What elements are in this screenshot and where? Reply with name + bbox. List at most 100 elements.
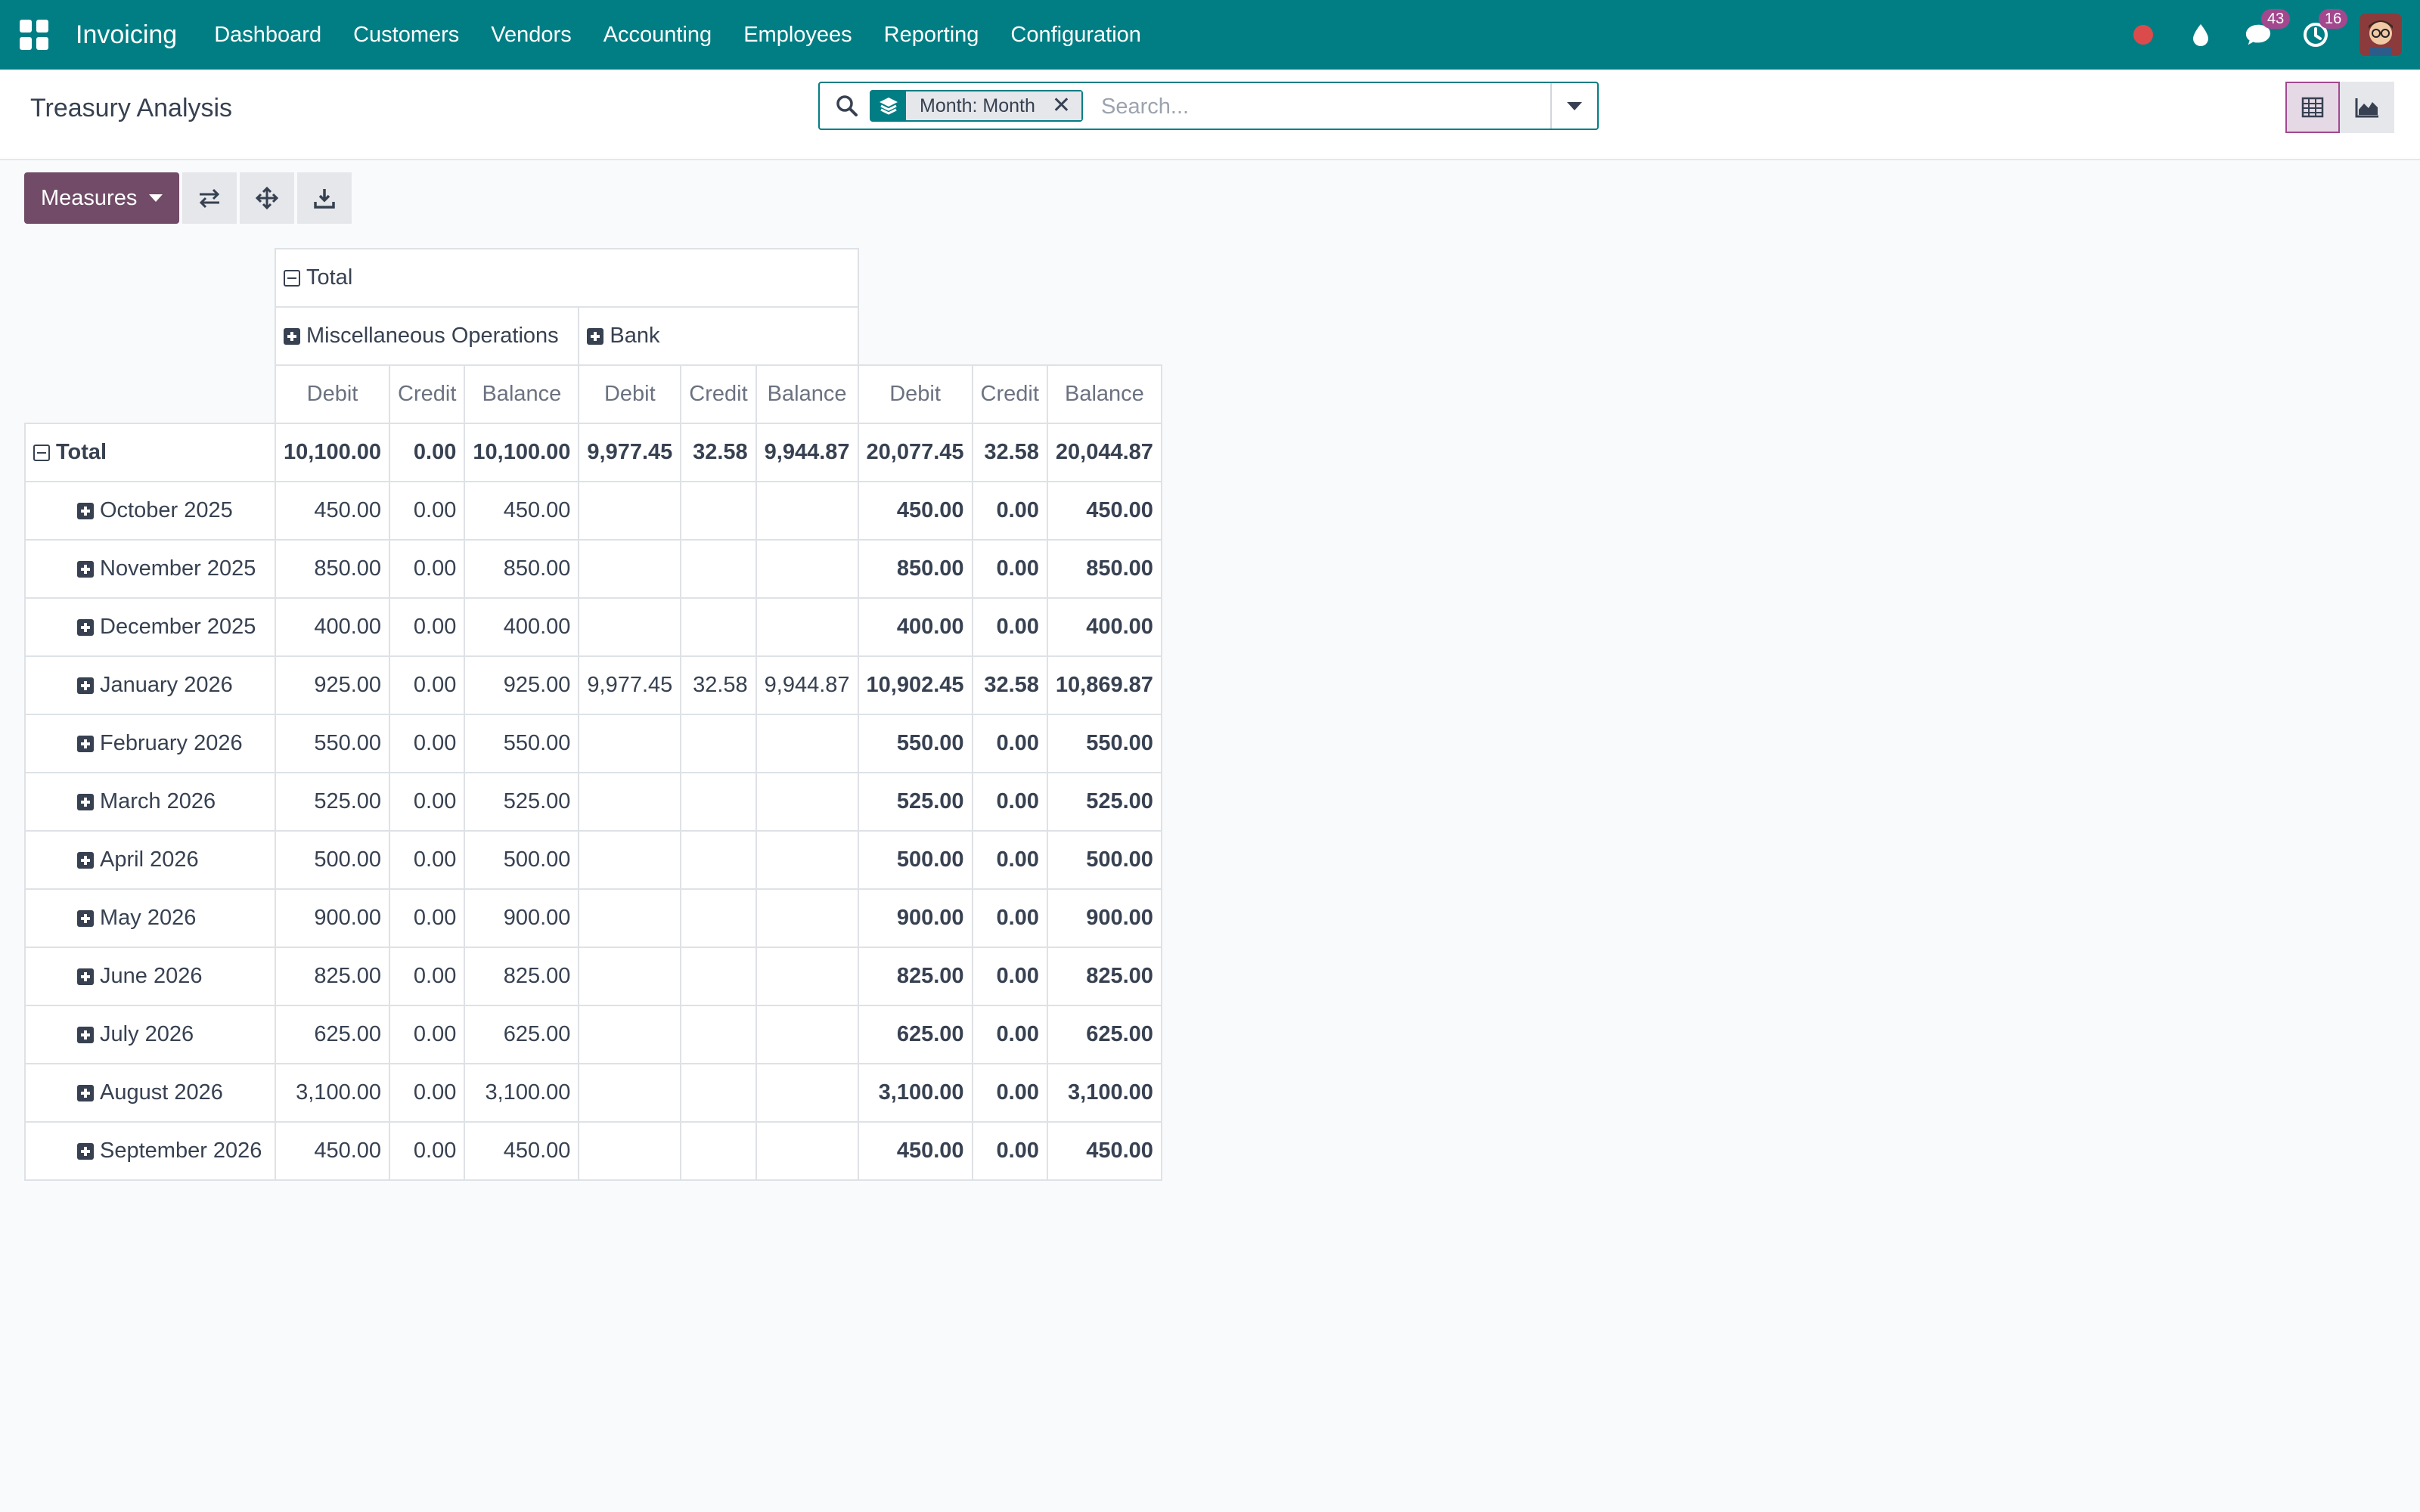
pivot-cell[interactable]: 525.00: [464, 772, 580, 832]
pivot-cell[interactable]: 825.00: [274, 947, 391, 1006]
pivot-cell[interactable]: [680, 830, 757, 890]
pivot-cell[interactable]: 450.00: [857, 1121, 973, 1181]
pivot-cell[interactable]: 625.00: [1046, 1005, 1162, 1064]
pivot-cell[interactable]: 3,100.00: [274, 1063, 391, 1123]
row-header-total[interactable]: Total: [24, 423, 276, 482]
flip-axis-button[interactable]: [182, 172, 237, 224]
pivot-cell[interactable]: [680, 1121, 757, 1181]
pivot-cell[interactable]: 0.00: [971, 597, 1048, 657]
pivot-cell[interactable]: [578, 481, 682, 541]
pivot-cell[interactable]: 900.00: [464, 888, 580, 948]
pivot-cell[interactable]: 450.00: [274, 1121, 391, 1181]
search-input[interactable]: [1100, 89, 1526, 124]
pivot-cell[interactable]: [680, 539, 757, 599]
row-header[interactable]: December 2025: [24, 597, 276, 657]
pivot-cell[interactable]: 450.00: [274, 481, 391, 541]
user-avatar[interactable]: [2360, 14, 2402, 56]
pivot-cell[interactable]: 450.00: [1046, 1121, 1162, 1181]
pivot-cell[interactable]: 925.00: [464, 655, 580, 715]
pivot-cell[interactable]: 10,869.87: [1046, 655, 1162, 715]
pivot-cell[interactable]: 550.00: [464, 714, 580, 773]
measure-header[interactable]: Balance: [1046, 364, 1162, 424]
pivot-cell[interactable]: 900.00: [1046, 888, 1162, 948]
pivot-cell[interactable]: 0.00: [389, 714, 466, 773]
measure-header[interactable]: Balance: [464, 364, 580, 424]
download-button[interactable]: [297, 172, 352, 224]
pivot-cell[interactable]: 0.00: [389, 597, 466, 657]
pivot-cell[interactable]: 400.00: [1046, 597, 1162, 657]
pivot-cell[interactable]: [755, 947, 859, 1006]
menu-customers[interactable]: Customers: [353, 23, 459, 48]
pivot-cell[interactable]: 825.00: [464, 947, 580, 1006]
pivot-cell[interactable]: 0.00: [971, 888, 1048, 948]
row-header[interactable]: October 2025: [24, 481, 276, 541]
pivot-cell[interactable]: 500.00: [857, 830, 973, 890]
menu-dashboard[interactable]: Dashboard: [214, 23, 321, 48]
pivot-cell[interactable]: 3,100.00: [857, 1063, 973, 1123]
recording-icon[interactable]: [2130, 21, 2157, 48]
pivot-cell[interactable]: 0.00: [971, 1063, 1048, 1123]
pivot-cell[interactable]: [680, 714, 757, 773]
pivot-cell[interactable]: 0.00: [389, 1063, 466, 1123]
pivot-cell[interactable]: 500.00: [1046, 830, 1162, 890]
pivot-cell[interactable]: [755, 772, 859, 832]
pivot-cell[interactable]: 0.00: [971, 539, 1048, 599]
menu-employees[interactable]: Employees: [743, 23, 852, 48]
pivot-cell[interactable]: [755, 597, 859, 657]
pivot-cell[interactable]: 850.00: [464, 539, 580, 599]
measure-header[interactable]: Credit: [389, 364, 466, 424]
pivot-cell[interactable]: 0.00: [971, 714, 1048, 773]
app-brand[interactable]: Invoicing: [76, 20, 177, 50]
pivot-cell[interactable]: [578, 772, 682, 832]
menu-reporting[interactable]: Reporting: [884, 23, 979, 48]
pivot-cell[interactable]: 0.00: [389, 1121, 466, 1181]
pivot-cell[interactable]: 400.00: [464, 597, 580, 657]
row-header[interactable]: May 2026: [24, 888, 276, 948]
pivot-cell[interactable]: 925.00: [274, 655, 391, 715]
pivot-cell[interactable]: [578, 888, 682, 948]
pivot-cell[interactable]: 625.00: [274, 1005, 391, 1064]
pivot-cell[interactable]: 9,977.45: [578, 423, 682, 482]
pivot-cell[interactable]: 0.00: [389, 539, 466, 599]
pivot-cell[interactable]: 500.00: [464, 830, 580, 890]
pivot-cell[interactable]: 3,100.00: [1046, 1063, 1162, 1123]
pivot-cell[interactable]: 9,944.87: [755, 655, 859, 715]
pivot-cell[interactable]: 32.58: [971, 423, 1048, 482]
pivot-cell[interactable]: [680, 481, 757, 541]
pivot-cell[interactable]: 32.58: [971, 655, 1048, 715]
row-header[interactable]: July 2026: [24, 1005, 276, 1064]
pivot-cell[interactable]: [578, 1005, 682, 1064]
pivot-cell[interactable]: 0.00: [971, 947, 1048, 1006]
search-bar[interactable]: Month: Month ✕: [818, 82, 1599, 130]
pivot-cell[interactable]: 450.00: [857, 481, 973, 541]
row-header[interactable]: November 2025: [24, 539, 276, 599]
pivot-cell[interactable]: 9,977.45: [578, 655, 682, 715]
row-header[interactable]: June 2026: [24, 947, 276, 1006]
menu-accounting[interactable]: Accounting: [603, 23, 712, 48]
pivot-cell[interactable]: 0.00: [971, 1121, 1048, 1181]
expand-all-button[interactable]: [240, 172, 295, 224]
pivot-cell[interactable]: 0.00: [389, 481, 466, 541]
facet-remove-icon[interactable]: ✕: [1052, 91, 1071, 120]
pivot-view-button[interactable]: [2285, 82, 2340, 133]
pivot-cell[interactable]: 450.00: [1046, 481, 1162, 541]
row-header[interactable]: February 2026: [24, 714, 276, 773]
pivot-cell[interactable]: [578, 1063, 682, 1123]
pivot-cell[interactable]: 850.00: [1046, 539, 1162, 599]
row-header[interactable]: March 2026: [24, 772, 276, 832]
pivot-cell[interactable]: 0.00: [389, 423, 466, 482]
pivot-cell[interactable]: 850.00: [274, 539, 391, 599]
pivot-cell[interactable]: [578, 597, 682, 657]
pivot-cell[interactable]: 525.00: [274, 772, 391, 832]
col-header-bank[interactable]: Bank: [578, 306, 859, 366]
pivot-cell[interactable]: 550.00: [857, 714, 973, 773]
pivot-cell[interactable]: 3,100.00: [464, 1063, 580, 1123]
measure-header[interactable]: Credit: [971, 364, 1048, 424]
pivot-cell[interactable]: 32.58: [680, 655, 757, 715]
measure-header[interactable]: Balance: [755, 364, 859, 424]
pivot-cell[interactable]: 9,944.87: [755, 423, 859, 482]
pivot-cell[interactable]: [680, 1005, 757, 1064]
pivot-cell[interactable]: 32.58: [680, 423, 757, 482]
pivot-cell[interactable]: 625.00: [857, 1005, 973, 1064]
pivot-cell[interactable]: 0.00: [389, 655, 466, 715]
